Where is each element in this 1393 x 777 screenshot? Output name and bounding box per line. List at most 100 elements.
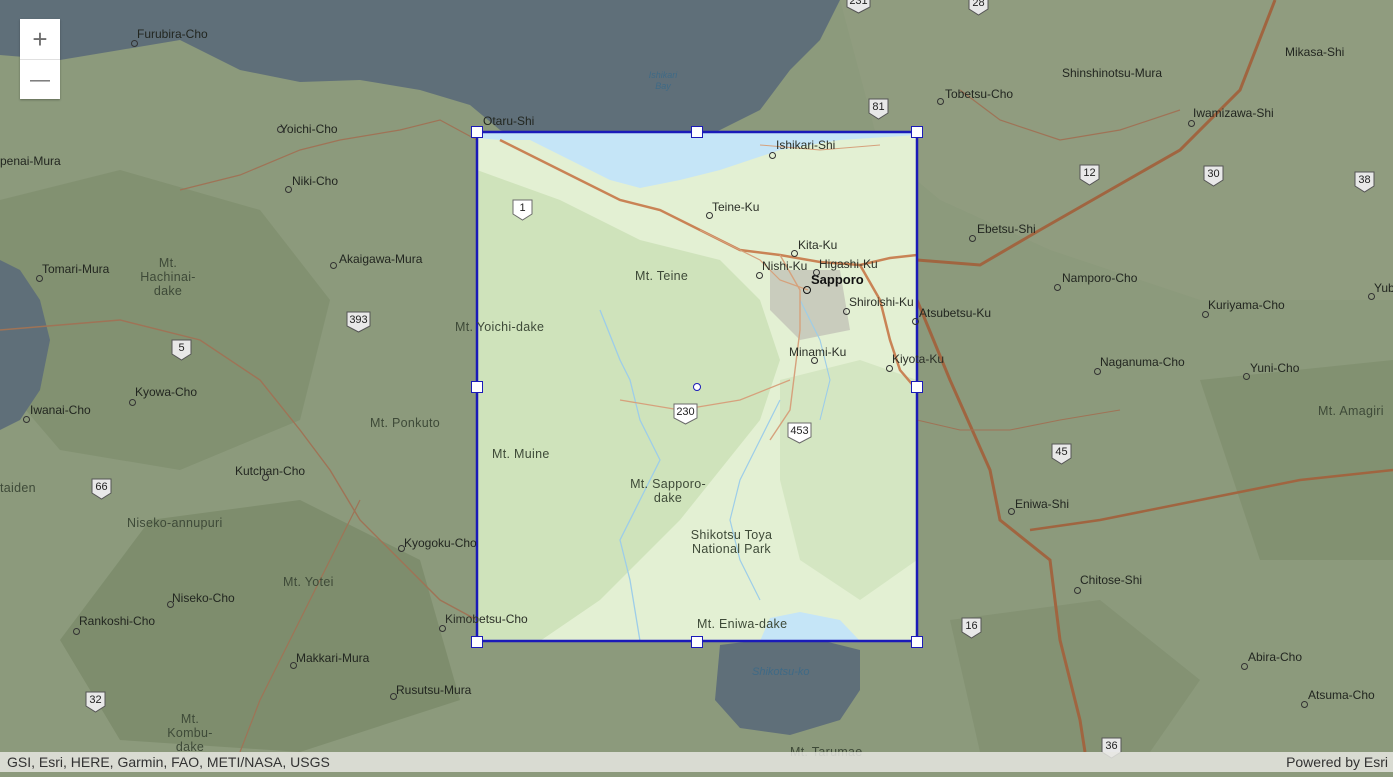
place-marker — [73, 628, 80, 635]
place-marker — [1202, 311, 1209, 318]
place-marker — [1188, 120, 1195, 127]
resize-handle-top-left[interactable] — [471, 126, 483, 138]
mountain-label: taiden — [0, 481, 36, 495]
place-label: Kutchan-Cho — [235, 464, 306, 478]
place-marker — [131, 40, 138, 47]
route-shield: 32 — [85, 691, 106, 713]
place-label: Naganuma-Cho — [1100, 355, 1185, 369]
place-label: Rusutsu-Mura — [396, 683, 472, 697]
zoom-control: + — — [20, 19, 60, 99]
place-label: Iwanai-Cho — [30, 403, 91, 417]
place-label: Mikasa-Shi — [1285, 45, 1345, 59]
place-marker — [969, 235, 976, 242]
mountain-label: Mt. Yotei — [283, 575, 334, 589]
mountain-label: Niseko-annupuri — [127, 516, 223, 530]
resize-handle-bottom-right[interactable] — [911, 636, 923, 648]
mountain-label: Mt. Sapporo-dake — [630, 477, 706, 505]
place-label: Kiyota-Ku — [892, 352, 945, 366]
place-label: Nishi-Ku — [762, 259, 808, 273]
place-marker — [1241, 663, 1248, 670]
map-view[interactable]: Furubira-Cho Otaru-Shi Yoichi-Cho Niki-C… — [0, 0, 1393, 772]
place-label: Yoichi-Cho — [280, 122, 338, 136]
mountain-label: Mt. Kombu-dake — [167, 712, 213, 754]
place-label: Eniwa-Shi — [1015, 497, 1070, 511]
route-shield: 45 — [1051, 443, 1072, 465]
place-marker — [843, 308, 850, 315]
place-label: Kita-Ku — [798, 238, 838, 252]
place-marker — [1054, 284, 1061, 291]
place-marker — [756, 272, 763, 279]
resize-handle-bottom-left[interactable] — [471, 636, 483, 648]
attribution-sources[interactable]: GSI, Esri, HERE, Garmin, FAO, METI/NASA,… — [7, 752, 330, 772]
mountain-label: Mt. Teine — [635, 269, 689, 283]
water-label: Shikotsu-ko — [752, 666, 810, 678]
place-marker — [439, 625, 446, 632]
place-marker — [1243, 373, 1250, 380]
park-label: Shikotsu Toya National Park — [690, 528, 773, 556]
place-label: Chitose-Shi — [1080, 573, 1143, 587]
route-shield: 30 — [1203, 165, 1224, 187]
place-label: Niki-Cho — [292, 174, 339, 188]
resize-handle-right[interactable] — [911, 381, 923, 393]
place-marker — [1008, 508, 1015, 515]
place-label: Niseko-Cho — [172, 591, 235, 605]
powered-by-link[interactable]: Powered by Esri — [1286, 752, 1388, 772]
zoom-out-button[interactable]: — — [20, 59, 60, 100]
route-shield: 453 — [787, 422, 812, 444]
place-marker — [290, 662, 297, 669]
place-marker — [1094, 368, 1101, 375]
place-label: Tomari-Mura — [42, 262, 110, 276]
place-label: Akaigawa-Mura — [339, 252, 423, 266]
capital-marker-sapporo — [803, 286, 811, 294]
route-shield: 1 — [512, 199, 533, 221]
place-label: Kyowa-Cho — [135, 385, 198, 399]
place-marker — [398, 545, 405, 552]
zoom-in-button[interactable]: + — [20, 19, 60, 59]
resize-handle-left[interactable] — [471, 381, 483, 393]
route-shield: 38 — [1354, 171, 1375, 193]
place-label: Kuriyama-Cho — [1208, 298, 1285, 312]
place-marker — [912, 318, 919, 325]
route-shield: 230 — [673, 403, 698, 425]
place-marker — [167, 601, 174, 608]
resize-handle-top[interactable] — [691, 126, 703, 138]
mountain-label: Mt. Hachinai-dake — [140, 256, 196, 298]
place-label: Yuni-Cho — [1250, 361, 1300, 375]
mountain-label: Mt. Amagiri — [1318, 404, 1384, 418]
place-marker — [330, 262, 337, 269]
mountain-label: Mt. Ponkuto — [370, 416, 440, 430]
place-label: Kyogoku-Cho — [404, 536, 477, 550]
place-label: Otaru-Shi — [483, 114, 535, 128]
place-marker — [886, 365, 893, 372]
place-label: Shinshinotsu-Mura — [1062, 66, 1163, 80]
resize-handle-top-right[interactable] — [911, 126, 923, 138]
place-marker — [813, 269, 820, 276]
place-marker — [1368, 293, 1375, 300]
place-label: Higashi-Ku — [819, 257, 878, 271]
route-shield: 28 — [968, 0, 989, 16]
place-marker — [129, 399, 136, 406]
place-marker — [277, 126, 284, 133]
resize-handle-bottom[interactable] — [691, 636, 703, 648]
place-label: Minami-Ku — [789, 345, 847, 359]
route-shield: 393 — [346, 311, 371, 333]
place-marker — [769, 152, 776, 159]
place-marker — [36, 275, 43, 282]
place-label: Ebetsu-Shi — [977, 222, 1036, 236]
route-shield: 81 — [868, 98, 889, 120]
place-marker — [390, 693, 397, 700]
place-marker — [262, 474, 269, 481]
mountain-label: Mt. Eniwa-dake — [697, 617, 788, 631]
move-handle-center[interactable] — [693, 383, 701, 391]
place-label: Makkari-Mura — [296, 651, 370, 665]
place-marker — [1301, 701, 1308, 708]
place-label: penai-Mura — [0, 154, 61, 168]
place-marker — [23, 416, 30, 423]
place-label: Atsubetsu-Ku — [919, 306, 992, 320]
place-label: Abira-Cho — [1248, 650, 1303, 664]
place-marker — [706, 212, 713, 219]
mountain-label: Mt. Yoichi-dake — [455, 320, 545, 334]
place-marker — [937, 98, 944, 105]
route-shield: 231 — [846, 0, 871, 14]
minus-icon: — — [30, 68, 50, 91]
